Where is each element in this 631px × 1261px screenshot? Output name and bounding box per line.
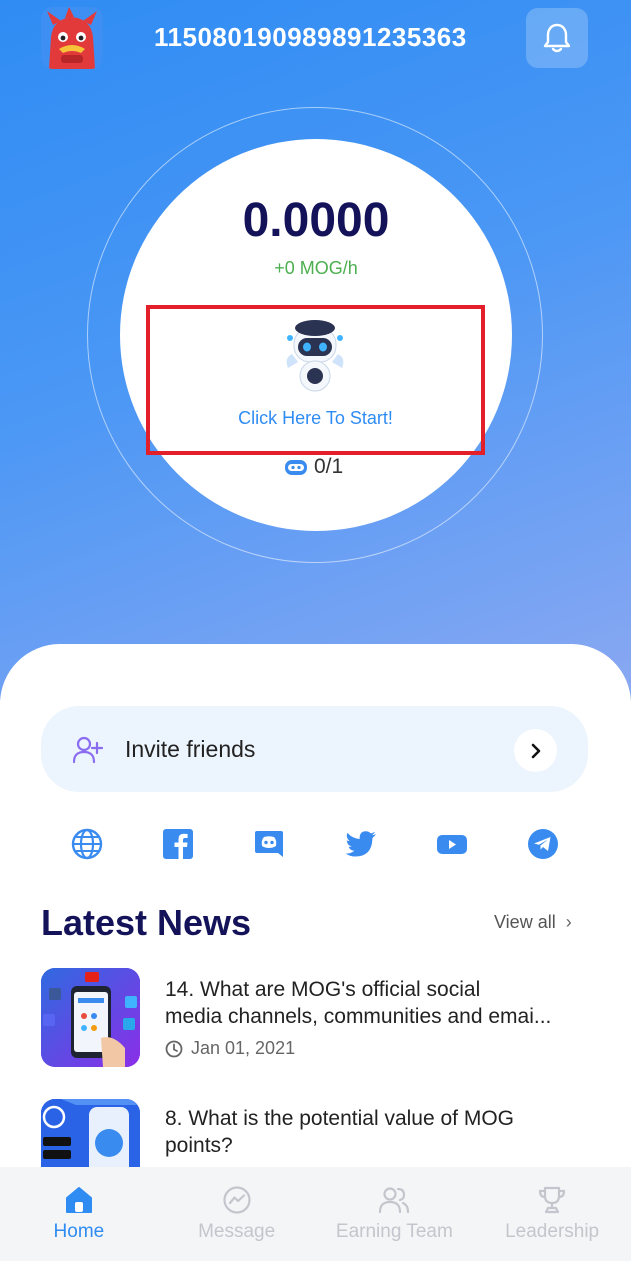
news-item-1-line1: 14. What are MOG's official social — [165, 978, 481, 1001]
robot-slot-icon — [285, 460, 307, 475]
news-item-2-title[interactable]: 8. What is the potential value of MOG po… — [165, 1105, 595, 1159]
robot-slots: 0/1 — [284, 455, 343, 479]
tab-message[interactable]: Message — [158, 1167, 316, 1261]
discord-icon[interactable] — [252, 827, 286, 861]
youtube-icon[interactable] — [435, 827, 469, 861]
bottom-tab-bar: Home Message Earning Team Leadership — [0, 1167, 631, 1261]
chevron-right-icon — [531, 743, 540, 758]
tab-home[interactable]: Home — [0, 1167, 158, 1261]
robot-slots-count: 0/1 — [314, 455, 344, 478]
app-promo-image — [41, 1099, 140, 1167]
tab-earning-team-label: Earning Team — [335, 1221, 453, 1242]
notifications-button[interactable] — [526, 8, 588, 68]
news-item-1-line2: media channels, communities and emai... — [165, 1005, 552, 1028]
bell-icon — [543, 23, 571, 53]
invite-friends-card[interactable] — [41, 706, 588, 792]
red-monster-avatar-icon — [41, 7, 103, 69]
tab-home-label: Home — [53, 1221, 105, 1242]
news-item-1-date-text: Jan 01, 2021 — [191, 1038, 296, 1058]
balance-value: 0.0000 — [242, 194, 390, 247]
latest-news-title: Latest News — [41, 902, 252, 943]
team-icon — [379, 1187, 410, 1214]
clock-icon — [165, 1040, 183, 1057]
start-highlight-box — [146, 305, 485, 455]
news-item-2-line1: 8. What is the potential value of MOG — [165, 1107, 515, 1130]
avatar[interactable] — [41, 7, 103, 69]
social-phone-image — [41, 968, 140, 1067]
twitter-icon[interactable] — [344, 827, 378, 861]
trophy-icon — [539, 1186, 566, 1214]
tab-earning-team[interactable]: Earning Team — [316, 1167, 474, 1261]
chevron-right-icon: › — [565, 912, 572, 932]
invite-arrow-button[interactable] — [514, 729, 557, 772]
view-all-label: View all — [494, 912, 556, 932]
tab-leadership[interactable]: Leadership — [473, 1167, 631, 1261]
view-all-link[interactable]: View all › — [494, 912, 572, 933]
news-item-2-line2: points? — [165, 1134, 233, 1157]
invite-friends-label: Invite friends — [125, 736, 256, 762]
news-thumbnail[interactable] — [41, 968, 140, 1067]
facebook-icon[interactable] — [161, 827, 195, 861]
tab-leadership-label: Leadership — [505, 1221, 600, 1242]
home-icon — [65, 1187, 92, 1213]
user-id: 115080190989891235363 — [154, 22, 467, 52]
news-item-1-title[interactable]: 14. What are MOG's official social media… — [165, 976, 595, 1030]
add-user-icon — [72, 736, 104, 769]
message-icon — [223, 1186, 251, 1214]
mining-rate: +0 MOG/h — [274, 258, 358, 278]
telegram-icon[interactable] — [526, 827, 560, 861]
social-links — [70, 827, 560, 861]
tab-message-label: Message — [198, 1221, 276, 1242]
globe-icon[interactable] — [70, 827, 104, 861]
news-item-1-date: Jan 01, 2021 — [165, 1038, 295, 1059]
news-thumbnail[interactable] — [41, 1099, 140, 1167]
